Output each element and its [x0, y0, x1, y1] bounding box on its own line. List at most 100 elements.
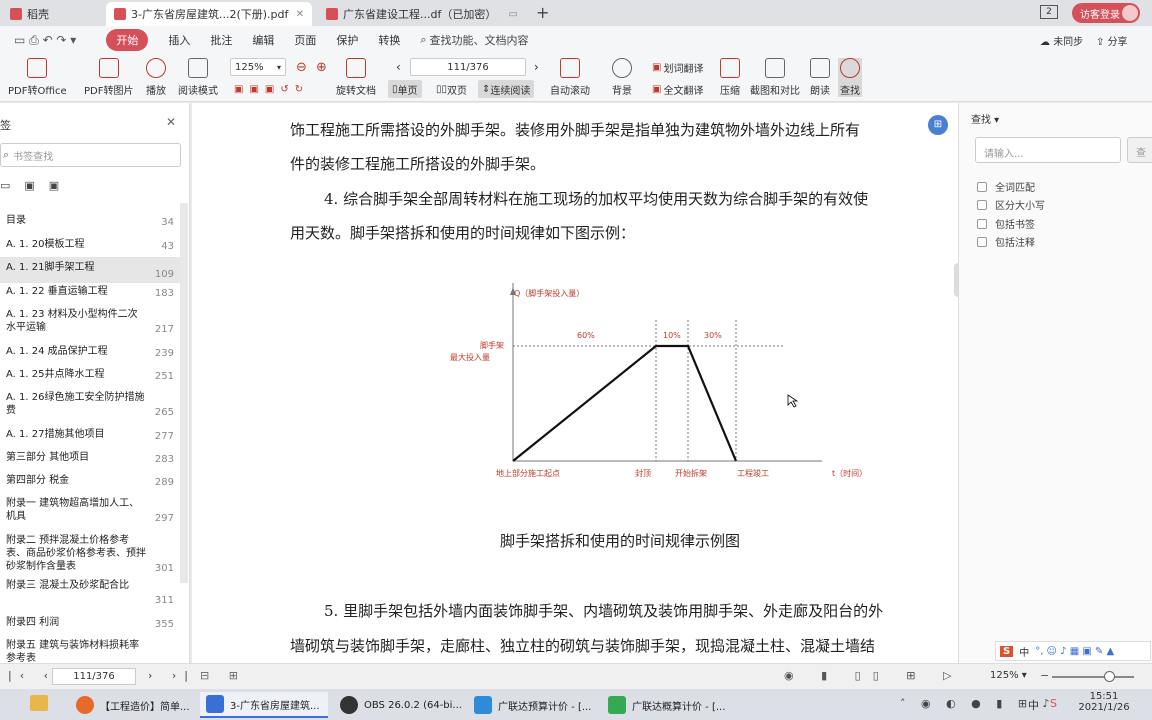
taskbar-item-glodon-estimate[interactable]: 广联达概算计价 - [...: [602, 692, 730, 718]
zoom-slider[interactable]: [1052, 676, 1134, 678]
checkbox[interactable]: [977, 181, 987, 192]
compress-button[interactable]: 压缩: [720, 58, 740, 97]
bookmark-label: A. 1. 22 垂直运输工程: [6, 286, 108, 297]
sogou-tray-icon[interactable]: S: [1050, 697, 1057, 710]
first-prev-page-icons[interactable]: |‹ ‹: [8, 669, 56, 682]
screenshot-compare-button[interactable]: 截图和对比: [750, 58, 800, 97]
window-count-badge[interactable]: 2: [1040, 5, 1058, 19]
background-label: 背景: [612, 86, 632, 97]
find-search-button[interactable]: 查: [1127, 137, 1152, 163]
folder-icon[interactable]: [30, 695, 48, 711]
background-button[interactable]: 背景: [612, 58, 632, 97]
menu-annotate[interactable]: 批注: [210, 32, 232, 48]
bookmark-item[interactable]: 附录五 建筑与装饰材料损耗率参考表: [0, 635, 180, 665]
ime-toolbar[interactable]: S 中 °, ☺ ♪ ▦ ▣ ✎ ▲: [995, 641, 1151, 661]
checkbox[interactable]: [977, 199, 987, 210]
bookmark-item[interactable]: A. 1. 21脚手架工程 109: [0, 257, 180, 283]
moon-icon: [612, 58, 632, 78]
menu-insert[interactable]: 插入: [168, 32, 190, 48]
option-include-annotations[interactable]: 包括注释: [977, 234, 1035, 249]
taskbar-item-obs[interactable]: OBS 26.0.2 (64-bi...: [334, 692, 462, 718]
tab-current-pdf[interactable]: 3-广东省房屋建筑...2(下册).pdf ✕: [106, 2, 312, 26]
taskbar-item-wps[interactable]: 3-广东省房屋建筑...: [200, 692, 328, 718]
taskbar-item-browser[interactable]: 【工程造价】简单...: [70, 692, 192, 718]
tray-ime[interactable]: 中: [1028, 697, 1039, 713]
sidebar-scrollbar[interactable]: [180, 203, 188, 583]
pdf-icon: [114, 8, 126, 20]
find-input[interactable]: 请输入...: [975, 137, 1121, 163]
next-page-icon[interactable]: ›: [530, 58, 543, 76]
menu-protect[interactable]: 保护: [336, 32, 358, 48]
bookmark-item[interactable]: A. 1. 27措施其他项目 277: [0, 424, 180, 445]
option-include-bookmarks[interactable]: 包括书签: [977, 216, 1035, 231]
double-page-button[interactable]: ▯▯ 双页: [432, 80, 471, 98]
option-case-sensitive[interactable]: 区分大小写: [977, 197, 1045, 212]
view-mode-icons[interactable]: ◉ ▮ ▯▯ ⊞ ▷: [784, 669, 963, 682]
bookmark-item[interactable]: A. 1. 23 材料及小型构件二次水平运输 217: [0, 304, 180, 338]
autoscroll-button[interactable]: 自动滚动: [550, 58, 590, 97]
new-tab-button[interactable]: +: [536, 3, 549, 22]
bookmark-item[interactable]: 附录一 建筑物超高增加人工、机具 297: [0, 493, 180, 527]
bookmark-item[interactable]: 目录 34: [0, 210, 180, 231]
option-whole-word[interactable]: 全词匹配: [977, 179, 1035, 194]
status-zoom[interactable]: 125% ▾: [990, 670, 1027, 681]
menu-edit[interactable]: 编辑: [252, 32, 274, 48]
bookmark-search-field[interactable]: ⌕ 书签查找: [0, 143, 181, 167]
bookmark-item[interactable]: A. 1. 26绿色施工安全防护措施费 265: [0, 387, 180, 421]
menu-start[interactable]: 开始: [106, 29, 149, 51]
zoom-out-icon[interactable]: −: [1040, 669, 1049, 682]
bookmark-item[interactable]: 附录二 预拌混凝土价格参考表、商品砂浆价格参考表、预拌砂浆制作含量表 301: [0, 530, 180, 577]
play-button[interactable]: 播放: [146, 58, 166, 97]
wps-icon: [206, 695, 224, 713]
speaker-icon: [810, 58, 830, 78]
pdf-to-image-button[interactable]: PDF转图片: [84, 58, 133, 97]
bookmark-item[interactable]: 附录四 利润 355: [0, 612, 180, 633]
bookmark-tool-icons[interactable]: ▭▣▣: [0, 179, 73, 192]
zoom-select[interactable]: 125% ▾: [230, 58, 286, 76]
bookmark-item[interactable]: A. 1. 20模板工程 43: [0, 234, 180, 255]
avatar: [1122, 5, 1138, 21]
translate-word-button[interactable]: ▣ 划词翻译: [648, 58, 707, 76]
translate-all-button[interactable]: ▣ 全文翻译: [648, 80, 707, 98]
read-aloud-button[interactable]: 朗读: [810, 58, 830, 97]
bookmark-item[interactable]: 附录三 混凝土及砂浆配合比 311: [0, 575, 180, 609]
zoom-out-icon[interactable]: ⊖: [292, 58, 311, 76]
view-toggle-icons[interactable]: ⊟ ⊞: [200, 669, 246, 682]
close-icon[interactable]: ✕: [166, 115, 176, 129]
sync-status[interactable]: ☁ 未同步: [1040, 33, 1083, 48]
floating-assistant-icon[interactable]: ⊞: [928, 115, 948, 135]
bookmark-item[interactable]: 第四部分 税金 289: [0, 470, 180, 491]
pdf-to-office-button[interactable]: PDF转Office: [8, 58, 67, 97]
menu-page[interactable]: 页面: [294, 32, 316, 48]
tab-close-icon[interactable]: ✕: [296, 9, 304, 20]
zoom-in-icon[interactable]: ⊕: [312, 58, 331, 76]
quick-access-icons[interactable]: ▭ ⎙ ↶ ↷ ▾: [14, 33, 76, 48]
prev-page-icon[interactable]: ‹: [392, 58, 405, 76]
login-button[interactable]: 访客登录: [1072, 3, 1140, 23]
tab-home[interactable]: 稻壳: [2, 2, 102, 26]
rotate-doc-button[interactable]: 旋转文档: [336, 58, 376, 97]
bookmark-item[interactable]: A. 1. 25井点降水工程 251: [0, 364, 180, 385]
feature-search[interactable]: ⌕ 查找功能、文档内容: [420, 32, 528, 48]
bookmark-item[interactable]: A. 1. 24 成品保护工程 239: [0, 341, 180, 362]
share-button[interactable]: ⇪ 分享: [1096, 33, 1128, 48]
checkbox[interactable]: [977, 218, 987, 229]
continuous-read-button[interactable]: ⇕ 连续阅读: [478, 80, 535, 98]
zoom-slider-handle[interactable]: [1104, 671, 1115, 682]
fit-tools-icons[interactable]: ▣▣▣↺↻: [230, 80, 313, 98]
clock[interactable]: 15:51 2021/1/26: [1076, 691, 1132, 713]
checkbox[interactable]: [977, 236, 987, 247]
tab-encrypted-pdf[interactable]: 广东省建设工程...df（已加密） ▭: [318, 2, 526, 26]
status-page-input[interactable]: 111/376: [52, 668, 136, 685]
read-mode-button[interactable]: 阅读模式: [178, 58, 218, 97]
menu-convert[interactable]: 转换: [378, 32, 400, 48]
bookmark-item[interactable]: 第三部分 其他项目 283: [0, 447, 180, 468]
tab-close-icon[interactable]: ▭: [509, 9, 518, 20]
find-button[interactable]: 查找: [838, 58, 862, 97]
page-input[interactable]: 111/376: [410, 58, 526, 76]
single-page-button[interactable]: ▯ 单页: [388, 80, 422, 98]
x-label-completion: 工程竣工: [737, 468, 769, 478]
next-last-page-icons[interactable]: › ›|: [148, 669, 196, 682]
taskbar-item-glodon-budget[interactable]: 广联达预算计价 - [...: [468, 692, 596, 718]
bookmark-item[interactable]: A. 1. 22 垂直运输工程 183: [0, 281, 180, 302]
